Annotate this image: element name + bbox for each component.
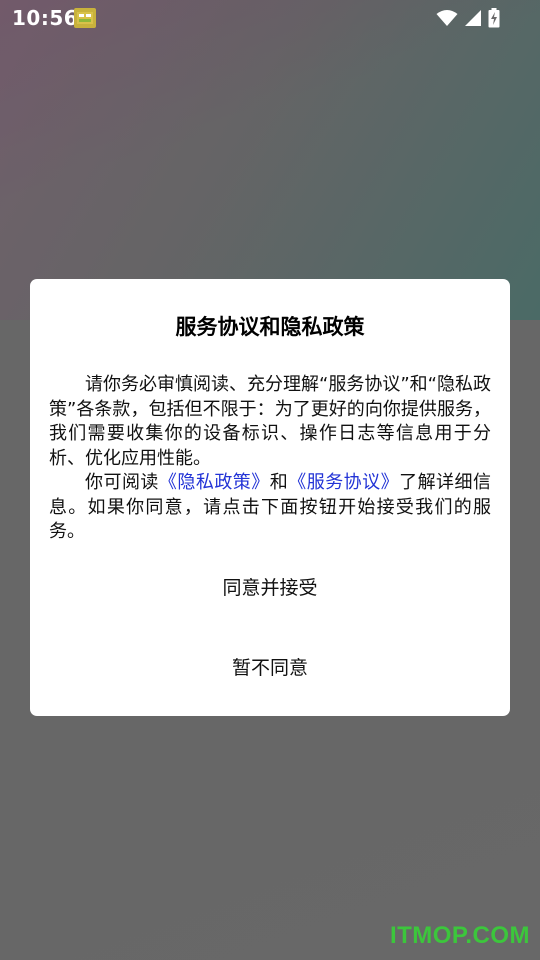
app-notification-icon	[74, 8, 96, 28]
consent-dialog: 服务协议和隐私政策 请你务必审慎阅读、充分理解“服务协议”和“隐私政策”各条款，…	[30, 279, 510, 716]
dialog-body: 请你务必审慎阅读、充分理解“服务协议”和“隐私政策”各条款，包括但不限于：为了更…	[49, 373, 491, 545]
terms-paragraph: 请你务必审慎阅读、充分理解“服务协议”和“隐私政策”各条款，包括但不限于：为了更…	[49, 374, 491, 469]
links-paragraph: 你可阅读《隐私政策》和《服务协议》了解详细信息。如果你同意，请点击下面按钮开始接…	[49, 471, 491, 545]
dialog-title: 服务协议和隐私政策	[175, 315, 365, 339]
watermark: ITMOP.COM	[389, 922, 530, 949]
battery-charging-icon	[488, 8, 500, 28]
screen: 10:56 服务协议和隐私政策 请你务必审慎阅读、充分理解“服务协议”和“隐私政…	[0, 0, 540, 960]
privacy-policy-link[interactable]: 《隐私政策》	[159, 472, 270, 493]
background-tint	[0, 0, 540, 320]
status-bar: 10:56	[0, 0, 540, 36]
agree-button[interactable]: 同意并接受	[170, 564, 370, 608]
status-icons	[436, 7, 500, 29]
status-time: 10:56	[12, 6, 79, 30]
cell-signal-icon	[465, 10, 481, 26]
links-prefix: 你可阅读	[85, 472, 159, 493]
service-agreement-link[interactable]: 《服务协议》	[288, 472, 399, 493]
wifi-icon	[436, 10, 458, 26]
decline-button[interactable]: 暂不同意	[170, 644, 370, 688]
links-and: 和	[269, 472, 289, 493]
